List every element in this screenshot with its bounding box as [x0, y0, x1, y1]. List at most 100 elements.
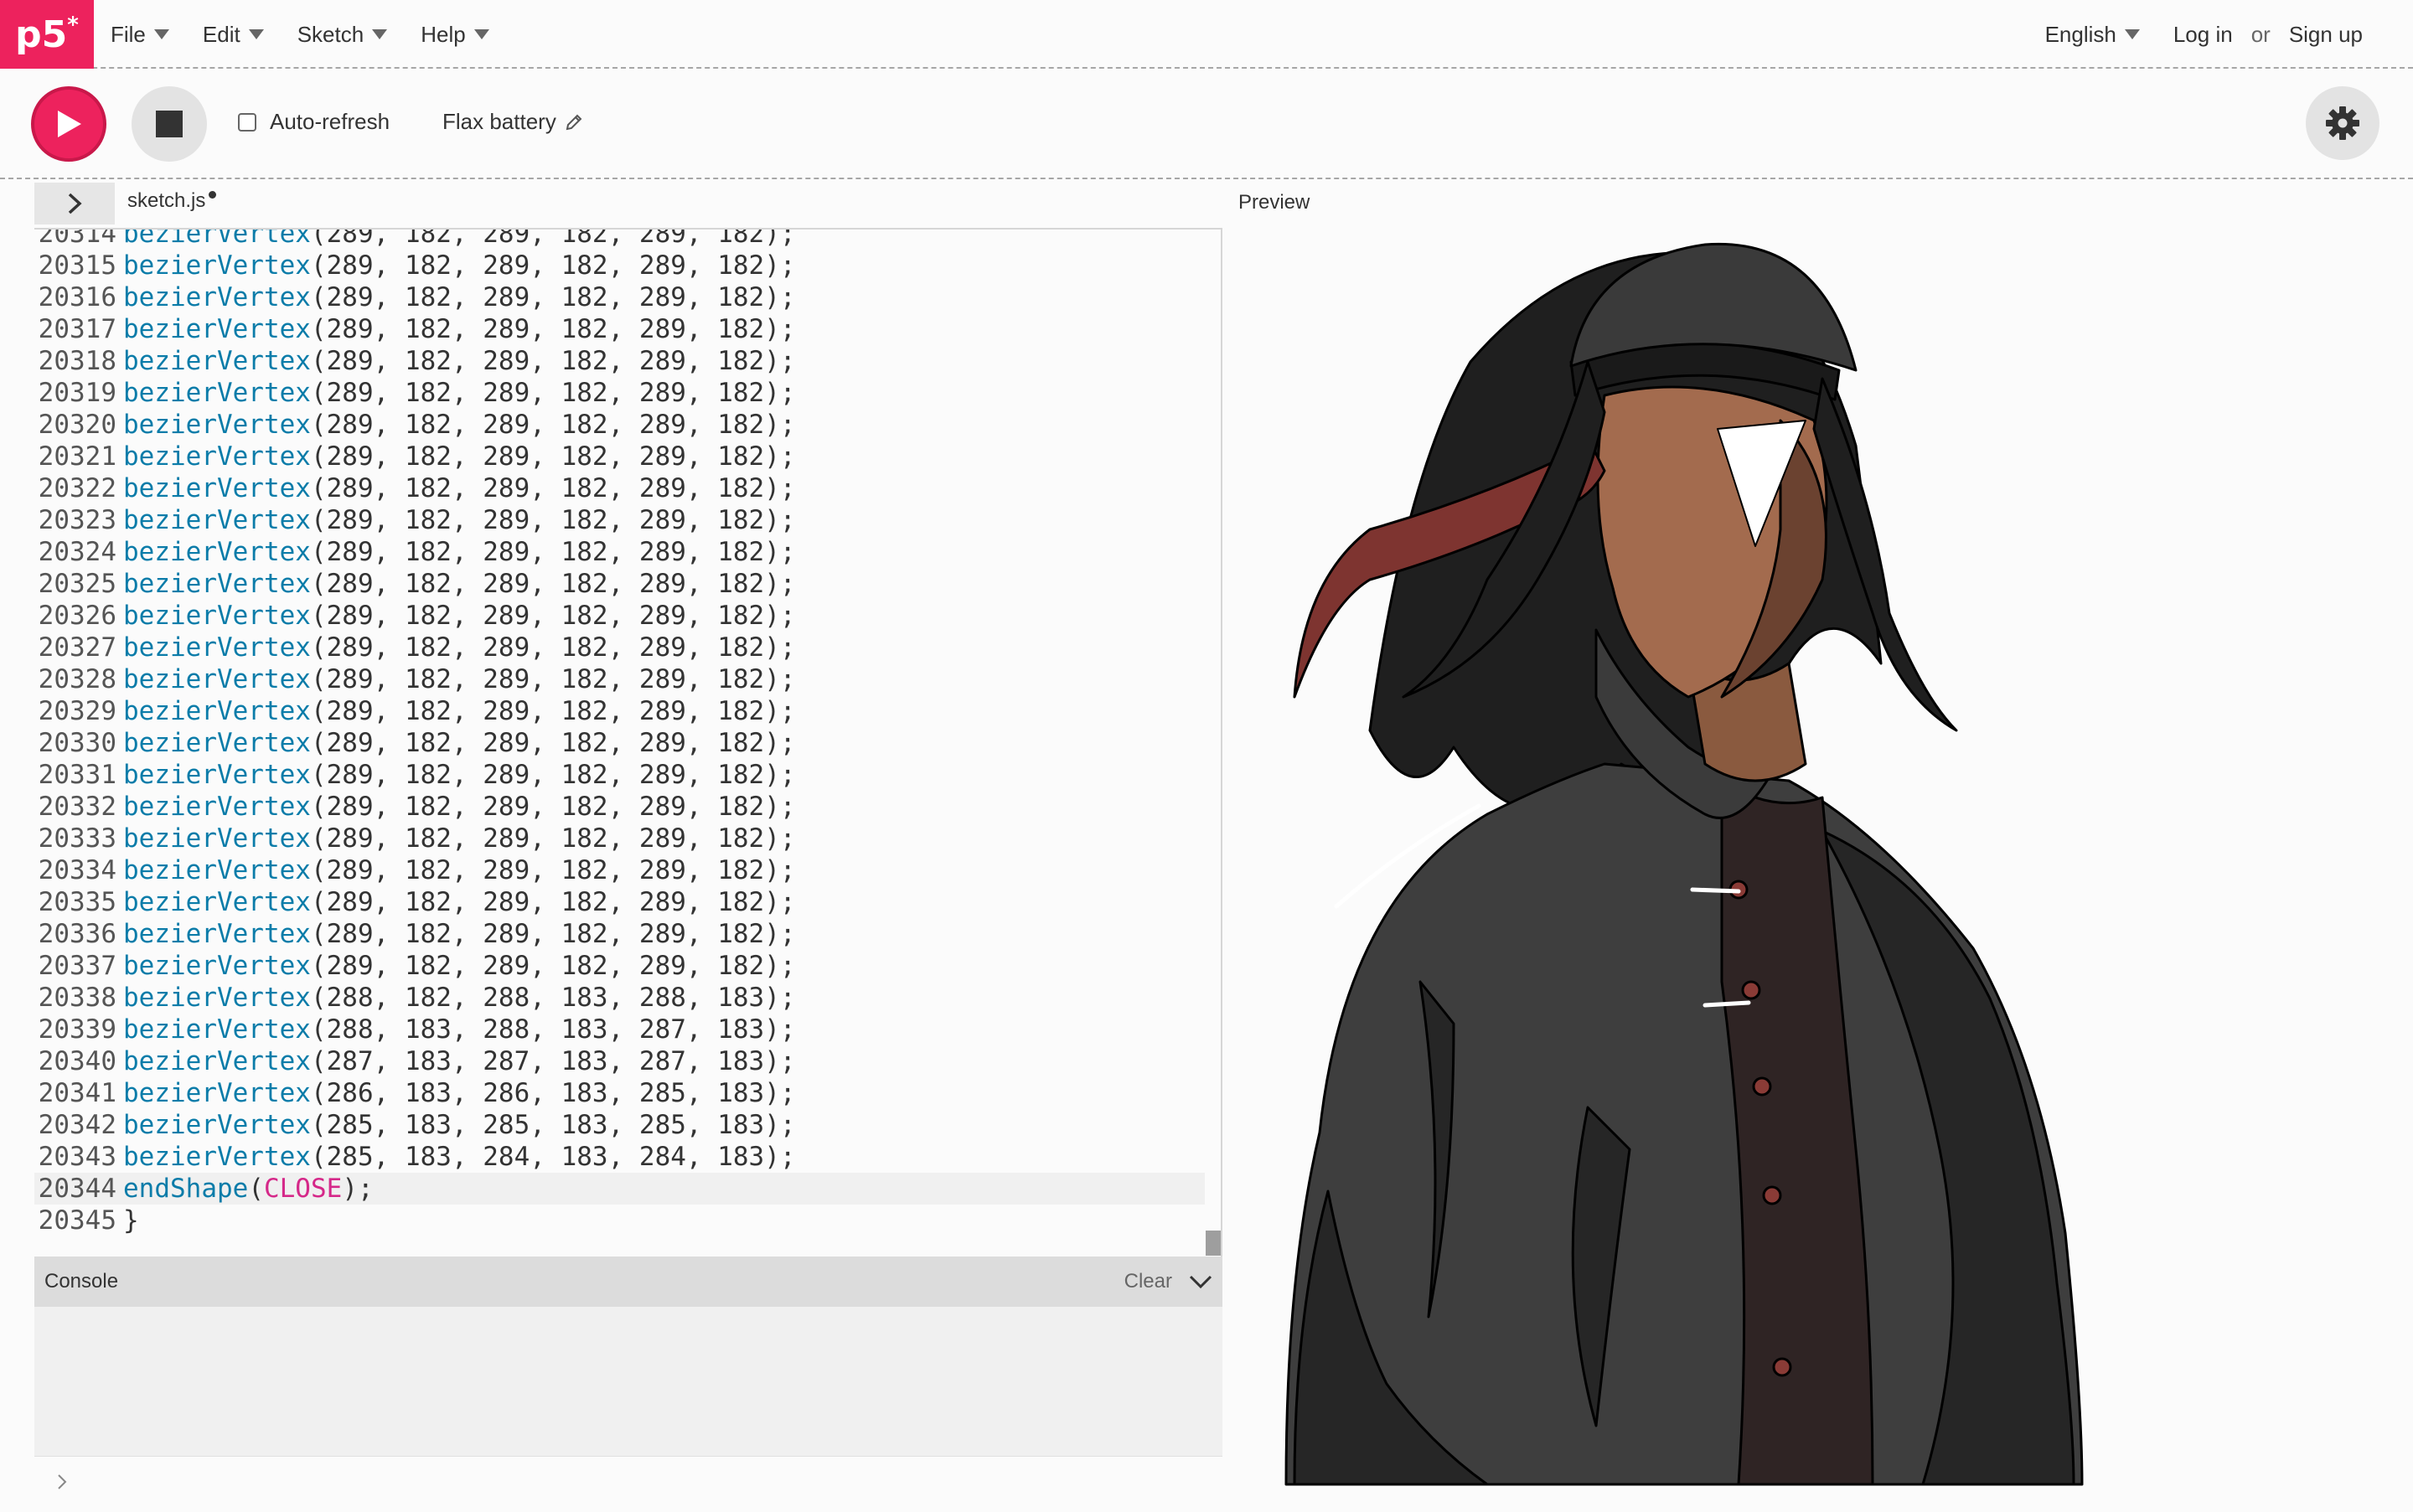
code-text: bezierVertex(285, 183, 284, 183, 284, 18…: [116, 1142, 796, 1172]
code-args: (286, 183, 286, 183, 285, 183);: [310, 1078, 796, 1108]
code-line[interactable]: 20342 bezierVertex(285, 183, 285, 183, 28…: [34, 1109, 1221, 1141]
function-name: bezierVertex: [123, 728, 311, 758]
code-line[interactable]: 20344 endShape(CLOSE);: [34, 1173, 1205, 1205]
function-name: bezierVertex: [123, 505, 311, 535]
code-line[interactable]: 20329 bezierVertex(289, 182, 289, 182, 28…: [34, 695, 1221, 727]
code-line[interactable]: 20343 bezierVertex(285, 183, 284, 183, 28…: [34, 1141, 1221, 1173]
code-editor[interactable]: 20314 bezierVertex(289, 182, 289, 182, 28…: [34, 228, 1222, 1257]
function-name: endShape: [123, 1174, 249, 1204]
code-line[interactable]: 20316 bezierVertex(289, 182, 289, 182, 28…: [34, 281, 1221, 313]
settings-button[interactable]: [2306, 86, 2379, 160]
play-button[interactable]: [31, 86, 106, 162]
sketch-name[interactable]: Flax battery: [442, 109, 583, 135]
function-name: bezierVertex: [123, 378, 311, 408]
code-line[interactable]: 20338 bezierVertex(288, 182, 288, 183, 28…: [34, 982, 1221, 1014]
code-args: (289, 182, 289, 182, 289, 182);: [310, 314, 796, 344]
code-line[interactable]: 20326 bezierVertex(289, 182, 289, 182, 28…: [34, 600, 1221, 632]
logo-asterisk: *: [67, 13, 79, 38]
chevron-down-icon: [473, 29, 489, 39]
code-text: endShape(CLOSE);: [116, 1174, 374, 1204]
chevron-down-icon[interactable]: [1189, 1274, 1212, 1289]
code-line[interactable]: 20334 bezierVertex(289, 182, 289, 182, 28…: [34, 854, 1221, 886]
code-line[interactable]: 20317 bezierVertex(289, 182, 289, 182, 28…: [34, 313, 1221, 345]
code-args: (288, 182, 288, 183, 288, 183);: [310, 983, 796, 1013]
code-line[interactable]: 20319 bezierVertex(289, 182, 289, 182, 28…: [34, 377, 1221, 409]
code-line[interactable]: 20327 bezierVertex(289, 182, 289, 182, 28…: [34, 632, 1221, 663]
code-args: (289, 182, 289, 182, 289, 182);: [310, 696, 796, 726]
code-text: bezierVertex(289, 182, 289, 182, 289, 18…: [116, 855, 796, 885]
code-text: bezierVertex(289, 182, 289, 182, 289, 18…: [116, 282, 796, 312]
menu-label: Sketch: [297, 21, 364, 47]
code-line[interactable]: 20320 bezierVertex(289, 182, 289, 182, 28…: [34, 409, 1221, 441]
code-args: (289, 182, 289, 182, 289, 182);: [310, 951, 796, 981]
line-number: 20316: [38, 282, 116, 312]
code-line[interactable]: 20322 bezierVertex(289, 182, 289, 182, 28…: [34, 472, 1221, 504]
auto-refresh-toggle[interactable]: Auto-refresh: [238, 109, 390, 135]
code-line[interactable]: 20328 bezierVertex(289, 182, 289, 182, 28…: [34, 663, 1221, 695]
login-link[interactable]: Log in: [2173, 22, 2233, 48]
preview-canvas[interactable]: [1236, 228, 2413, 1508]
code-line[interactable]: 20318 bezierVertex(289, 182, 289, 182, 28…: [34, 345, 1221, 377]
editor-scrollbar-thumb[interactable]: [1206, 1231, 1221, 1256]
code-args: (289, 182, 289, 182, 289, 182);: [310, 632, 796, 663]
code-line[interactable]: 20333 bezierVertex(289, 182, 289, 182, 28…: [34, 823, 1221, 854]
code-line[interactable]: 20335 bezierVertex(289, 182, 289, 182, 28…: [34, 886, 1221, 918]
sidebar-toggle-button[interactable]: [34, 183, 115, 224]
console-input[interactable]: [34, 1456, 1222, 1508]
line-number: 20344: [38, 1174, 116, 1204]
console-header: Console Clear: [34, 1257, 1222, 1307]
menu-label: Edit: [202, 21, 240, 47]
code-args: (289, 182, 289, 182, 289, 182);: [310, 378, 796, 408]
function-name: bezierVertex: [123, 1014, 311, 1045]
code-line[interactable]: 20315 bezierVertex(289, 182, 289, 182, 28…: [34, 250, 1221, 281]
code-args: (289, 182, 289, 182, 289, 182);: [310, 728, 796, 758]
code-line[interactable]: 20323 bezierVertex(289, 182, 289, 182, 28…: [34, 504, 1221, 536]
code-line[interactable]: 20345}: [34, 1205, 1221, 1236]
menu-help[interactable]: Help: [421, 22, 489, 48]
stop-button[interactable]: [132, 86, 207, 162]
file-tab-sketch-js[interactable]: sketch.js: [127, 189, 217, 213]
code-line[interactable]: 20341 bezierVertex(286, 183, 286, 183, 28…: [34, 1077, 1221, 1109]
line-number: 20334: [38, 855, 116, 885]
code-args: (289, 182, 289, 182, 289, 182);: [310, 505, 796, 535]
code-line[interactable]: 20336 bezierVertex(289, 182, 289, 182, 28…: [34, 918, 1221, 950]
code-line[interactable]: 20332 bezierVertex(289, 182, 289, 182, 28…: [34, 791, 1221, 823]
code-args: (289, 182, 289, 182, 289, 182);: [310, 601, 796, 631]
menu-sketch[interactable]: Sketch: [297, 22, 388, 48]
code-args: (289, 182, 289, 182, 289, 182);: [310, 792, 796, 822]
code-args: (289, 182, 289, 182, 289, 182);: [310, 537, 796, 567]
line-number: 20331: [38, 760, 116, 790]
function-name: bezierVertex: [123, 1142, 311, 1172]
function-name: bezierVertex: [123, 228, 311, 249]
code-line[interactable]: 20331 bezierVertex(289, 182, 289, 182, 28…: [34, 759, 1221, 791]
code-line[interactable]: 20324 bezierVertex(289, 182, 289, 182, 28…: [34, 536, 1221, 568]
code-line[interactable]: 20314 bezierVertex(289, 182, 289, 182, 28…: [34, 228, 1221, 250]
code-text: bezierVertex(288, 183, 288, 183, 287, 18…: [116, 1014, 796, 1045]
code-line[interactable]: 20340 bezierVertex(287, 183, 287, 183, 28…: [34, 1045, 1221, 1077]
code-line[interactable]: 20330 bezierVertex(289, 182, 289, 182, 28…: [34, 727, 1221, 759]
main-menu: File Edit Sketch Help: [111, 0, 523, 69]
auto-refresh-label: Auto-refresh: [270, 109, 390, 134]
function-name: bezierVertex: [123, 855, 311, 885]
top-nav: p5 * File Edit Sketch Help English Log in or…: [0, 0, 2413, 69]
line-number: 20340: [38, 1046, 116, 1076]
code-args: (285, 183, 284, 183, 284, 183);: [310, 1142, 796, 1172]
code-args: (289, 182, 289, 182, 289, 182);: [310, 410, 796, 440]
code-line[interactable]: 20321 bezierVertex(289, 182, 289, 182, 28…: [34, 441, 1221, 472]
code-text: bezierVertex(289, 182, 289, 182, 289, 18…: [116, 696, 796, 726]
auto-refresh-checkbox[interactable]: [238, 112, 256, 132]
code-line[interactable]: 20339 bezierVertex(288, 183, 288, 183, 28…: [34, 1014, 1221, 1045]
code-args: (289, 182, 289, 182, 289, 182);: [310, 855, 796, 885]
function-name: bezierVertex: [123, 887, 311, 917]
code-args: (289, 182, 289, 182, 289, 182);: [310, 282, 796, 312]
language-menu[interactable]: English: [2045, 22, 2140, 48]
code-line[interactable]: 20325 bezierVertex(289, 182, 289, 182, 28…: [34, 568, 1221, 600]
code-args: (289, 182, 289, 182, 289, 182);: [310, 664, 796, 694]
menu-file[interactable]: File: [111, 22, 169, 48]
signup-link[interactable]: Sign up: [2289, 22, 2363, 48]
pencil-icon[interactable]: [565, 113, 583, 132]
console-clear-button[interactable]: Clear: [1124, 1270, 1172, 1293]
code-line[interactable]: 20337 bezierVertex(289, 182, 289, 182, 28…: [34, 950, 1221, 982]
p5-logo[interactable]: p5 *: [0, 0, 94, 69]
menu-edit[interactable]: Edit: [203, 22, 264, 48]
